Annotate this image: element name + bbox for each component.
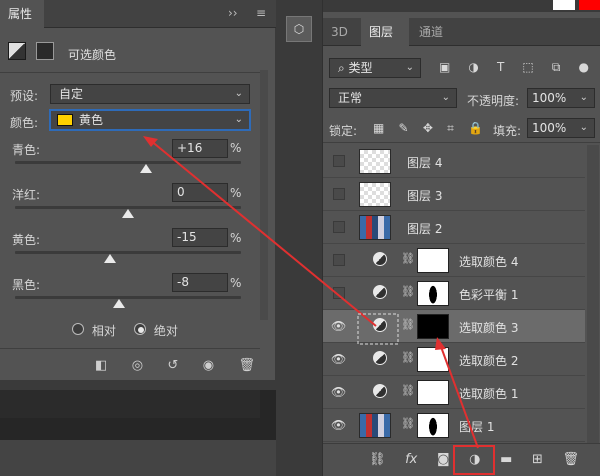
annotation-arrow-line-1 xyxy=(149,139,377,327)
annotation-dashed-box xyxy=(357,313,399,345)
annotation-arrow-line-2 xyxy=(439,343,479,449)
annotation-arrowhead-2 xyxy=(435,337,446,350)
annotation-highlight-box xyxy=(453,445,495,475)
annotation-overlay xyxy=(143,136,495,475)
